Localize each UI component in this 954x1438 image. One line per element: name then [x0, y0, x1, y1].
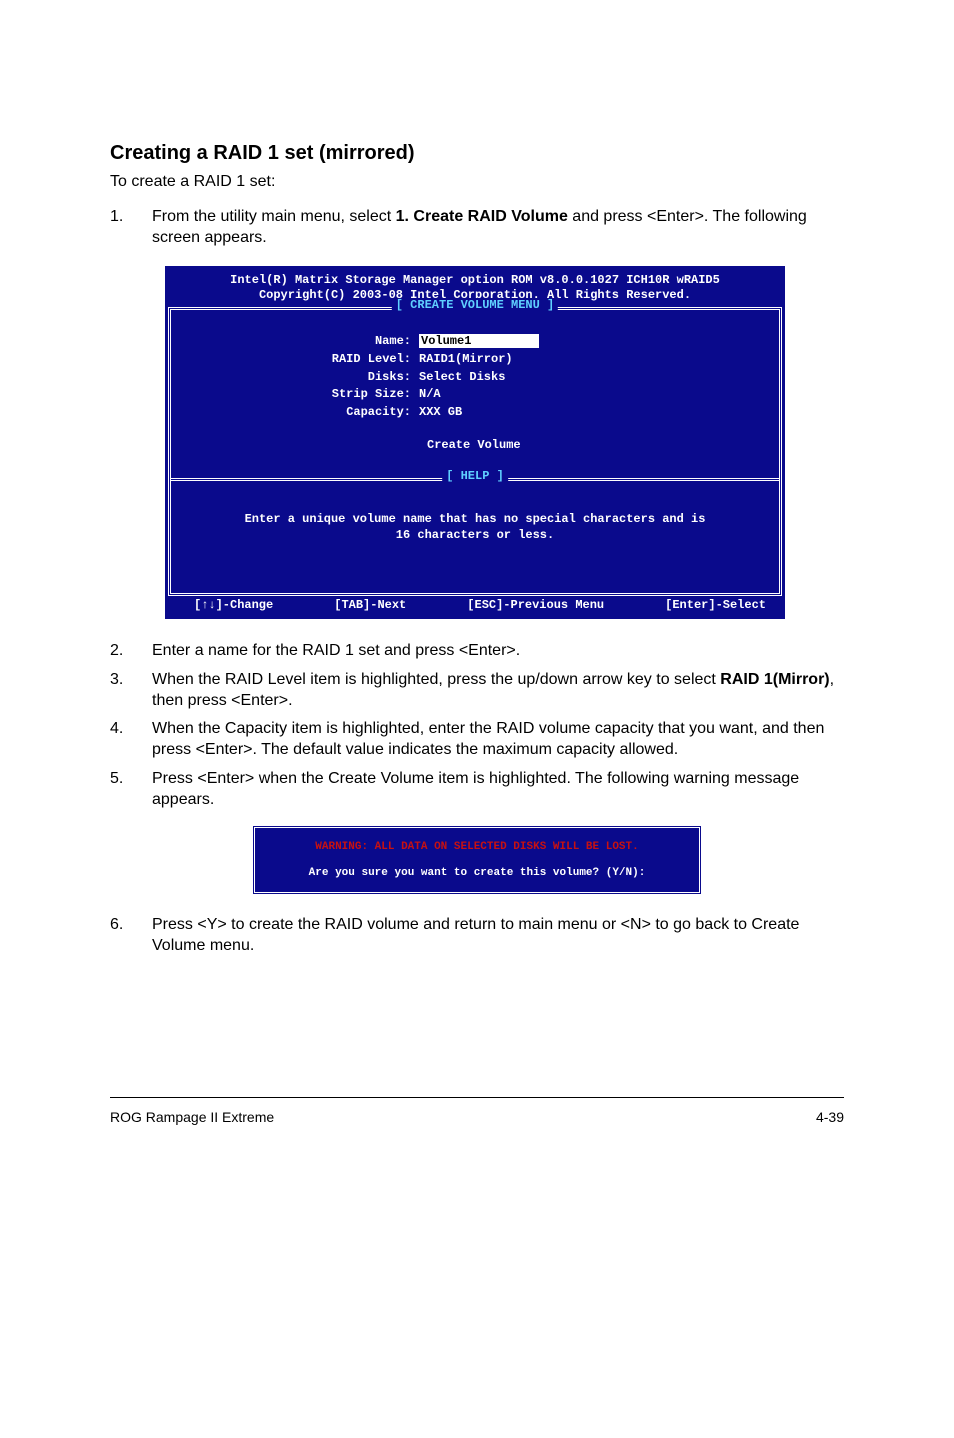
key-next: [TAB]-Next [334, 598, 406, 614]
strip-size-value: N/A [419, 387, 441, 403]
step-number: 2. [110, 641, 152, 662]
bios-screenshot: Intel(R) Matrix Storage Manager option R… [165, 266, 785, 619]
step-3: 3. When the RAID Level item is highlight… [110, 670, 844, 712]
panel-title-help: [ HELP ] [442, 469, 508, 485]
create-volume-action[interactable]: Create Volume [179, 438, 771, 454]
step-text: Press <Y> to create the RAID volume and … [152, 915, 844, 957]
help-line-2: 16 characters or less. [179, 527, 771, 543]
capacity-value[interactable]: XXX GB [419, 405, 462, 421]
footer-page-number: 4-39 [816, 1108, 844, 1126]
disks-label: Disks: [179, 370, 419, 386]
step-number: 5. [110, 769, 152, 790]
step-number: 6. [110, 915, 152, 936]
step-number: 3. [110, 670, 152, 691]
step-1: 1. From the utility main menu, select 1.… [110, 207, 844, 249]
step-text: From the utility main menu, select 1. Cr… [152, 207, 844, 249]
step-5: 5. Press <Enter> when the Create Volume … [110, 769, 844, 811]
warning-text: WARNING: ALL DATA ON SELECTED DISKS WILL… [263, 840, 691, 854]
step-number: 4. [110, 719, 152, 740]
help-panel: [ HELP ] Enter a unique volume name that… [171, 481, 779, 593]
bios-footer-keys: [↑↓]-Change [TAB]-Next [ESC]-Previous Me… [166, 596, 784, 618]
step-2: 2. Enter a name for the RAID 1 set and p… [110, 641, 844, 662]
name-label: Name: [179, 334, 419, 350]
create-volume-panel: [ CREATE VOLUME MENU ] Name: RAID Level:… [171, 310, 779, 481]
key-select: [Enter]-Select [665, 598, 766, 614]
raid-level-label: RAID Level: [179, 352, 419, 368]
bios-title1: Intel(R) Matrix Storage Manager option R… [170, 273, 780, 288]
strip-size-label: Strip Size: [179, 387, 419, 403]
key-change: [↑↓]-Change [194, 598, 273, 614]
step-text: When the RAID Level item is highlighted,… [152, 670, 844, 712]
warning-dialog: WARNING: ALL DATA ON SELECTED DISKS WILL… [252, 825, 702, 896]
disks-value[interactable]: Select Disks [419, 370, 505, 386]
section-heading: Creating a RAID 1 set (mirrored) [110, 140, 844, 166]
step-text: When the Capacity item is highlighted, e… [152, 719, 844, 761]
step-4: 4. When the Capacity item is highlighted… [110, 719, 844, 761]
panel-title-create: [ CREATE VOLUME MENU ] [392, 298, 558, 314]
raid-level-value[interactable]: RAID1(Mirror) [419, 352, 513, 368]
page-footer: ROG Rampage II Extreme 4-39 [110, 1097, 844, 1126]
step-6: 6. Press <Y> to create the RAID volume a… [110, 915, 844, 957]
confirm-prompt[interactable]: Are you sure you want to create this vol… [309, 867, 646, 879]
footer-product: ROG Rampage II Extreme [110, 1108, 274, 1126]
step-number: 1. [110, 207, 152, 228]
volume-name-input[interactable] [419, 334, 539, 348]
help-line-1: Enter a unique volume name that has no s… [179, 511, 771, 527]
step-text: Press <Enter> when the Create Volume ite… [152, 769, 844, 811]
step-text: Enter a name for the RAID 1 set and pres… [152, 641, 844, 662]
key-prev: [ESC]-Previous Menu [467, 598, 604, 614]
capacity-label: Capacity: [179, 405, 419, 421]
intro-text: To create a RAID 1 set: [110, 172, 844, 193]
